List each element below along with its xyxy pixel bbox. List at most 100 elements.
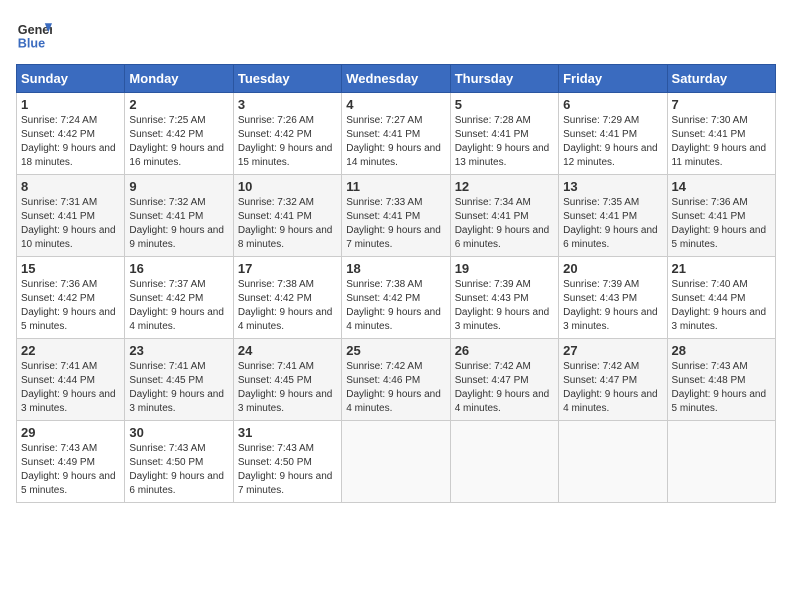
day-cell-22: 22 Sunrise: 7:41 AM Sunset: 4:44 PM Dayl… (17, 339, 125, 421)
day-info: Sunrise: 7:41 AM Sunset: 4:44 PM Dayligh… (21, 360, 120, 416)
day-cell-21: 21 Sunrise: 7:40 AM Sunset: 4:44 PM Dayl… (667, 257, 775, 339)
day-info: Sunrise: 7:28 AM Sunset: 4:41 PM Dayligh… (455, 114, 554, 170)
calendar-week-3: 15 Sunrise: 7:36 AM Sunset: 4:42 PM Dayl… (17, 257, 776, 339)
day-info: Sunrise: 7:35 AM Sunset: 4:41 PM Dayligh… (563, 196, 662, 252)
day-number: 2 (129, 97, 228, 112)
day-info: Sunrise: 7:39 AM Sunset: 4:43 PM Dayligh… (455, 278, 554, 334)
day-info: Sunrise: 7:36 AM Sunset: 4:41 PM Dayligh… (672, 196, 771, 252)
day-number: 1 (21, 97, 120, 112)
day-number: 20 (563, 261, 662, 276)
day-info: Sunrise: 7:24 AM Sunset: 4:42 PM Dayligh… (21, 114, 120, 170)
day-number: 16 (129, 261, 228, 276)
day-cell-11: 11 Sunrise: 7:33 AM Sunset: 4:41 PM Dayl… (342, 175, 450, 257)
day-number: 17 (238, 261, 337, 276)
day-info: Sunrise: 7:40 AM Sunset: 4:44 PM Dayligh… (672, 278, 771, 334)
col-header-friday: Friday (559, 65, 667, 93)
day-number: 21 (672, 261, 771, 276)
calendar-header-row: SundayMondayTuesdayWednesdayThursdayFrid… (17, 65, 776, 93)
day-cell-27: 27 Sunrise: 7:42 AM Sunset: 4:47 PM Dayl… (559, 339, 667, 421)
day-cell-1: 1 Sunrise: 7:24 AM Sunset: 4:42 PM Dayli… (17, 93, 125, 175)
day-cell-8: 8 Sunrise: 7:31 AM Sunset: 4:41 PM Dayli… (17, 175, 125, 257)
day-cell-19: 19 Sunrise: 7:39 AM Sunset: 4:43 PM Dayl… (450, 257, 558, 339)
day-number: 4 (346, 97, 445, 112)
day-info: Sunrise: 7:43 AM Sunset: 4:50 PM Dayligh… (238, 442, 337, 498)
day-cell-23: 23 Sunrise: 7:41 AM Sunset: 4:45 PM Dayl… (125, 339, 233, 421)
day-cell-13: 13 Sunrise: 7:35 AM Sunset: 4:41 PM Dayl… (559, 175, 667, 257)
day-number: 3 (238, 97, 337, 112)
logo-icon: General Blue (16, 16, 52, 52)
day-number: 18 (346, 261, 445, 276)
calendar-week-2: 8 Sunrise: 7:31 AM Sunset: 4:41 PM Dayli… (17, 175, 776, 257)
day-number: 24 (238, 343, 337, 358)
day-number: 28 (672, 343, 771, 358)
day-cell-20: 20 Sunrise: 7:39 AM Sunset: 4:43 PM Dayl… (559, 257, 667, 339)
col-header-wednesday: Wednesday (342, 65, 450, 93)
day-cell-18: 18 Sunrise: 7:38 AM Sunset: 4:42 PM Dayl… (342, 257, 450, 339)
day-cell-4: 4 Sunrise: 7:27 AM Sunset: 4:41 PM Dayli… (342, 93, 450, 175)
day-number: 27 (563, 343, 662, 358)
day-number: 11 (346, 179, 445, 194)
day-number: 13 (563, 179, 662, 194)
day-number: 19 (455, 261, 554, 276)
day-info: Sunrise: 7:42 AM Sunset: 4:46 PM Dayligh… (346, 360, 445, 416)
empty-cell (559, 421, 667, 503)
col-header-monday: Monday (125, 65, 233, 93)
day-number: 5 (455, 97, 554, 112)
day-info: Sunrise: 7:32 AM Sunset: 4:41 PM Dayligh… (129, 196, 228, 252)
day-info: Sunrise: 7:32 AM Sunset: 4:41 PM Dayligh… (238, 196, 337, 252)
day-info: Sunrise: 7:36 AM Sunset: 4:42 PM Dayligh… (21, 278, 120, 334)
day-number: 30 (129, 425, 228, 440)
calendar-week-5: 29 Sunrise: 7:43 AM Sunset: 4:49 PM Dayl… (17, 421, 776, 503)
day-cell-7: 7 Sunrise: 7:30 AM Sunset: 4:41 PM Dayli… (667, 93, 775, 175)
day-cell-31: 31 Sunrise: 7:43 AM Sunset: 4:50 PM Dayl… (233, 421, 341, 503)
calendar-table: SundayMondayTuesdayWednesdayThursdayFrid… (16, 64, 776, 503)
day-cell-14: 14 Sunrise: 7:36 AM Sunset: 4:41 PM Dayl… (667, 175, 775, 257)
day-info: Sunrise: 7:33 AM Sunset: 4:41 PM Dayligh… (346, 196, 445, 252)
empty-cell (342, 421, 450, 503)
day-number: 6 (563, 97, 662, 112)
day-info: Sunrise: 7:39 AM Sunset: 4:43 PM Dayligh… (563, 278, 662, 334)
day-info: Sunrise: 7:29 AM Sunset: 4:41 PM Dayligh… (563, 114, 662, 170)
day-cell-15: 15 Sunrise: 7:36 AM Sunset: 4:42 PM Dayl… (17, 257, 125, 339)
logo: General Blue (16, 16, 52, 52)
day-number: 7 (672, 97, 771, 112)
day-cell-28: 28 Sunrise: 7:43 AM Sunset: 4:48 PM Dayl… (667, 339, 775, 421)
day-number: 15 (21, 261, 120, 276)
empty-cell (450, 421, 558, 503)
svg-text:Blue: Blue (18, 37, 45, 51)
calendar-week-1: 1 Sunrise: 7:24 AM Sunset: 4:42 PM Dayli… (17, 93, 776, 175)
day-number: 12 (455, 179, 554, 194)
day-info: Sunrise: 7:43 AM Sunset: 4:50 PM Dayligh… (129, 442, 228, 498)
day-cell-6: 6 Sunrise: 7:29 AM Sunset: 4:41 PM Dayli… (559, 93, 667, 175)
day-info: Sunrise: 7:25 AM Sunset: 4:42 PM Dayligh… (129, 114, 228, 170)
page-header: General Blue (16, 16, 776, 52)
day-info: Sunrise: 7:43 AM Sunset: 4:49 PM Dayligh… (21, 442, 120, 498)
day-cell-5: 5 Sunrise: 7:28 AM Sunset: 4:41 PM Dayli… (450, 93, 558, 175)
day-number: 10 (238, 179, 337, 194)
day-cell-16: 16 Sunrise: 7:37 AM Sunset: 4:42 PM Dayl… (125, 257, 233, 339)
day-cell-9: 9 Sunrise: 7:32 AM Sunset: 4:41 PM Dayli… (125, 175, 233, 257)
day-info: Sunrise: 7:41 AM Sunset: 4:45 PM Dayligh… (238, 360, 337, 416)
day-cell-2: 2 Sunrise: 7:25 AM Sunset: 4:42 PM Dayli… (125, 93, 233, 175)
day-info: Sunrise: 7:34 AM Sunset: 4:41 PM Dayligh… (455, 196, 554, 252)
day-cell-17: 17 Sunrise: 7:38 AM Sunset: 4:42 PM Dayl… (233, 257, 341, 339)
day-cell-3: 3 Sunrise: 7:26 AM Sunset: 4:42 PM Dayli… (233, 93, 341, 175)
day-number: 22 (21, 343, 120, 358)
col-header-tuesday: Tuesday (233, 65, 341, 93)
day-number: 23 (129, 343, 228, 358)
day-cell-24: 24 Sunrise: 7:41 AM Sunset: 4:45 PM Dayl… (233, 339, 341, 421)
day-cell-25: 25 Sunrise: 7:42 AM Sunset: 4:46 PM Dayl… (342, 339, 450, 421)
day-cell-29: 29 Sunrise: 7:43 AM Sunset: 4:49 PM Dayl… (17, 421, 125, 503)
day-info: Sunrise: 7:42 AM Sunset: 4:47 PM Dayligh… (563, 360, 662, 416)
day-info: Sunrise: 7:42 AM Sunset: 4:47 PM Dayligh… (455, 360, 554, 416)
day-info: Sunrise: 7:37 AM Sunset: 4:42 PM Dayligh… (129, 278, 228, 334)
day-info: Sunrise: 7:38 AM Sunset: 4:42 PM Dayligh… (346, 278, 445, 334)
col-header-sunday: Sunday (17, 65, 125, 93)
day-info: Sunrise: 7:26 AM Sunset: 4:42 PM Dayligh… (238, 114, 337, 170)
day-info: Sunrise: 7:30 AM Sunset: 4:41 PM Dayligh… (672, 114, 771, 170)
day-info: Sunrise: 7:27 AM Sunset: 4:41 PM Dayligh… (346, 114, 445, 170)
day-cell-10: 10 Sunrise: 7:32 AM Sunset: 4:41 PM Dayl… (233, 175, 341, 257)
col-header-thursday: Thursday (450, 65, 558, 93)
day-number: 8 (21, 179, 120, 194)
day-number: 29 (21, 425, 120, 440)
